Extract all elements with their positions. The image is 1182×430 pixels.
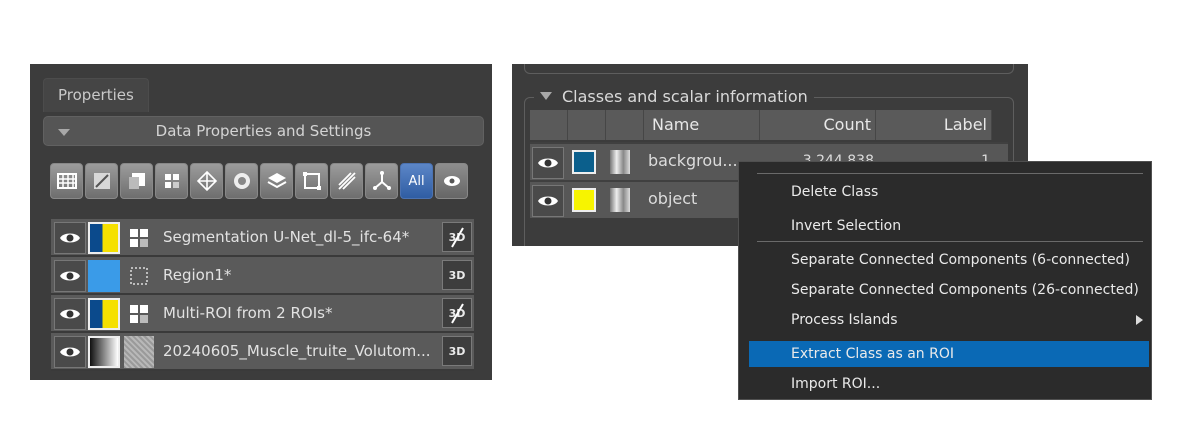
column-header-label[interactable]: Label <box>876 110 992 140</box>
class-name: object <box>648 189 698 208</box>
volume-thumbnail <box>124 336 154 368</box>
3d-visibility-toggle[interactable]: 3D <box>442 336 472 366</box>
header-color[interactable] <box>568 110 606 140</box>
roi-filter-button[interactable] <box>120 163 153 199</box>
graph-icon <box>372 171 391 190</box>
layer-color-swatch[interactable] <box>88 298 120 330</box>
colormap-icon <box>610 188 630 212</box>
eye-icon <box>443 176 460 186</box>
menu-item-separate-26-connected[interactable]: Separate Connected Components (26-connec… <box>749 277 1149 303</box>
annotation-icon <box>93 173 110 189</box>
layer-row[interactable]: Segmentation U-Net_dl-5_ifc-64* 3D <box>51 219 474 257</box>
data-properties-header[interactable]: Data Properties and Settings <box>43 116 484 146</box>
3d-label: 3D <box>448 344 466 358</box>
class-visibility-toggle[interactable] <box>532 185 564 217</box>
layer-name: Segmentation U-Net_dl-5_ifc-64* <box>163 228 410 246</box>
layers-icon <box>267 173 286 189</box>
eye-icon <box>60 347 80 357</box>
collapse-triangle-icon[interactable] <box>540 92 552 100</box>
measure-filter-button[interactable] <box>330 163 363 199</box>
header-visibility[interactable] <box>530 110 568 140</box>
3d-visibility-toggle[interactable]: 3D <box>442 260 472 290</box>
properties-tab[interactable]: Properties <box>43 78 149 112</box>
box-filter-button[interactable] <box>295 163 328 199</box>
annotation-filter-button[interactable] <box>85 163 118 199</box>
square-icon <box>128 173 145 189</box>
header-colormap[interactable] <box>606 110 644 140</box>
shape-icon <box>233 173 250 189</box>
layer-name: Region1* <box>163 266 232 284</box>
layer-color-swatch[interactable] <box>88 222 120 254</box>
visibility-toggle[interactable] <box>54 222 86 254</box>
multi-roi-icon <box>124 222 154 254</box>
class-context-menu: Delete Class Invert Selection Separate C… <box>738 161 1152 400</box>
mesh-icon <box>196 170 217 192</box>
column-header-name[interactable]: Name <box>644 110 760 140</box>
3d-label: 3D <box>448 268 466 282</box>
layer-row[interactable]: Multi-ROI from 2 ROIs* 3D <box>51 295 474 333</box>
shape-filter-button[interactable] <box>225 163 258 199</box>
data-properties-title: Data Properties and Settings <box>155 122 372 140</box>
class-visibility-toggle[interactable] <box>532 147 564 179</box>
classes-group-title: Classes and scalar information <box>562 87 808 106</box>
classes-group-header[interactable]: Classes and scalar information <box>534 84 814 110</box>
properties-panel: Properties Data Properties and Settings <box>30 64 492 380</box>
layer-name: 20240605_Muscle_truite_Volutom... <box>163 342 431 360</box>
menu-separator <box>757 173 1143 174</box>
process-islands-label: Process Islands <box>791 312 898 328</box>
measure-icon <box>337 172 356 190</box>
layer-row[interactable]: Region1* 3D <box>51 257 474 295</box>
menu-separator <box>757 241 1143 242</box>
3d-visibility-toggle[interactable]: 3D <box>442 222 472 252</box>
visibility-toggle[interactable] <box>54 260 86 292</box>
menu-item-import-roi[interactable]: Import ROI... <box>749 371 1149 397</box>
eye-icon <box>60 271 80 281</box>
grid-filter-button[interactable] <box>50 163 83 199</box>
roi-icon <box>124 260 154 292</box>
colormap-icon <box>610 150 630 174</box>
class-color-swatch[interactable] <box>572 188 596 212</box>
layer-name: Multi-ROI from 2 ROIs* <box>163 304 333 322</box>
strikethrough-icon <box>451 227 464 248</box>
layer-color-swatch[interactable] <box>88 336 120 368</box>
submenu-arrow-icon <box>1136 315 1143 325</box>
class-color-swatch[interactable] <box>572 150 596 174</box>
multi-roi-filter-button[interactable] <box>155 163 188 199</box>
upper-group-border <box>524 64 1014 74</box>
menu-item-delete-class[interactable]: Delete Class <box>749 179 1149 205</box>
menu-item-extract-class-as-roi[interactable]: Extract Class as an ROI <box>749 341 1149 367</box>
box-icon <box>302 172 321 190</box>
visibility-toggle[interactable] <box>54 336 86 368</box>
strikethrough-icon <box>451 303 464 324</box>
column-header-count[interactable]: Count <box>760 110 876 140</box>
multi-roi-icon <box>164 174 179 188</box>
eye-icon <box>538 158 558 168</box>
3d-visibility-toggle[interactable]: 3D <box>442 298 472 328</box>
all-filter-button[interactable]: All <box>400 163 433 199</box>
mesh-filter-button[interactable] <box>190 163 223 199</box>
eye-icon <box>60 309 80 319</box>
eye-icon <box>60 233 80 243</box>
multi-roi-icon <box>124 298 154 330</box>
layer-color-swatch[interactable] <box>88 260 120 292</box>
layer-row[interactable]: 20240605_Muscle_truite_Volutom... 3D <box>51 333 474 371</box>
visibility-filter-button[interactable] <box>435 163 468 199</box>
layer-filter-toolbar: All <box>50 163 482 201</box>
menu-item-separate-6-connected[interactable]: Separate Connected Components (6-connect… <box>749 247 1149 273</box>
class-name: backgrou... <box>648 151 738 170</box>
visibility-toggle[interactable] <box>54 298 86 330</box>
eye-icon <box>538 196 558 206</box>
grid-icon <box>56 173 77 189</box>
graph-filter-button[interactable] <box>365 163 398 199</box>
menu-item-invert-selection[interactable]: Invert Selection <box>749 213 1149 239</box>
layers-filter-button[interactable] <box>260 163 293 199</box>
menu-item-process-islands[interactable]: Process Islands <box>749 307 1149 333</box>
